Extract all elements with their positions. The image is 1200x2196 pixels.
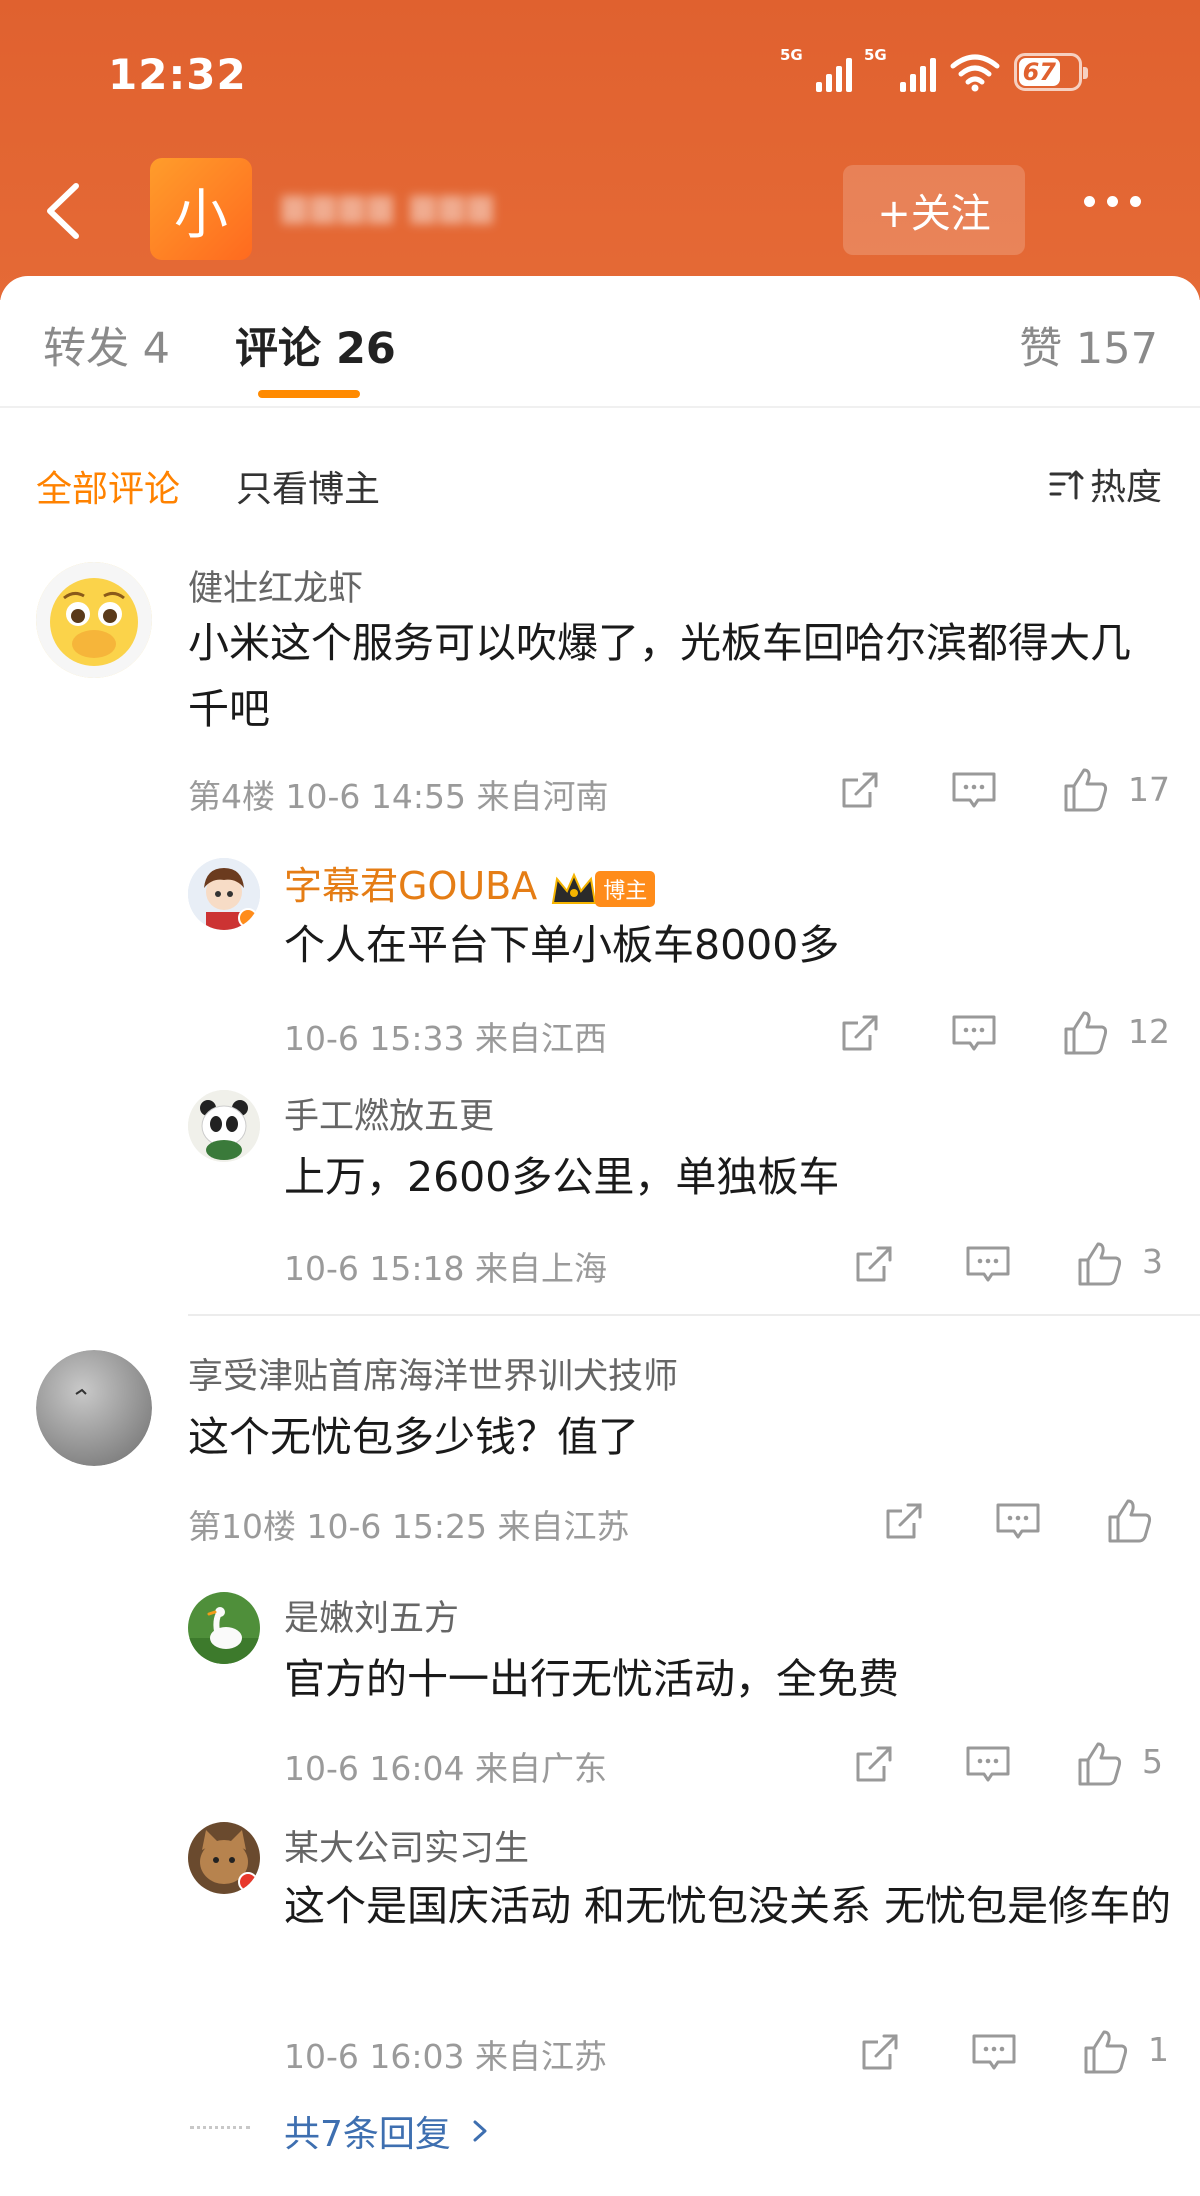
comment-username[interactable]: 享受津贴首席海洋世界训犬技师 [188, 1348, 678, 1399]
comment-meta: 第4楼 10-6 14:55 来自河南 [188, 777, 609, 816]
more-replies-link[interactable]: 共7条回复 [284, 2105, 497, 2157]
comment-text: 这个无忧包多少钱？值了 [188, 1413, 639, 1461]
filter-bar: 全部评论 只看博主 热度 [0, 408, 1200, 548]
cartoon-avatar-icon [188, 858, 260, 930]
reply-text: 官方的十一出行无忧活动，全免费 [284, 1655, 899, 1703]
avatar[interactable] [188, 1592, 260, 1664]
blogger-badge: 博主 [549, 869, 656, 909]
like-count: 3 [1142, 1242, 1163, 1281]
wifi-icon [950, 54, 1000, 92]
comment-icon[interactable] [970, 2028, 1018, 2076]
like-icon[interactable] [1076, 1240, 1124, 1288]
header-bar: 12:32 5G 5G 67 小 ▆▆▆▆ ▆▆▆ +关注 [0, 0, 1200, 300]
reply-meta: 10-6 15:18 来自上海 [284, 1249, 607, 1288]
avatar[interactable] [188, 1822, 260, 1894]
reply-meta: 10-6 15:33 来自江西 [284, 1019, 607, 1058]
battery-icon: 67 [1014, 53, 1088, 91]
like-icon[interactable] [1062, 1009, 1110, 1057]
reply-meta: 10-6 16:04 来自广东 [284, 1749, 607, 1788]
status-icons: 5G 5G 67 [780, 46, 1088, 92]
like-count: 12 [1128, 1012, 1170, 1051]
crown-icon [552, 872, 597, 904]
comment-text: 小米这个服务可以吹爆了，光板车回哈尔滨都得大几千吧 [188, 619, 1131, 733]
signal-icon: 5G [780, 46, 852, 92]
signal-icon: 5G [864, 46, 936, 92]
like-icon[interactable] [1082, 2028, 1130, 2076]
moon-avatar-icon [36, 1350, 152, 1466]
sort-label: 热度 [1089, 467, 1162, 508]
reply-username[interactable]: 字幕君GOUBA 博主 [284, 855, 656, 910]
reply-meta: 10-6 16:03 来自江苏 [284, 2037, 607, 2076]
tab-likes[interactable]: 赞 157 [1019, 314, 1158, 376]
tab-repost[interactable]: 转发 4 [43, 314, 170, 376]
avatar[interactable] [188, 1090, 260, 1162]
emoji-avatar-icon [36, 562, 152, 678]
reply-username[interactable]: 某大公司实习生 [284, 1820, 529, 1871]
reply-text: 个人在平台下单小板车8000多 [284, 921, 840, 969]
share-icon[interactable] [850, 1240, 898, 1288]
comment-username[interactable]: 健壮红龙虾 [188, 560, 363, 611]
like-count: 5 [1142, 1742, 1163, 1781]
comment-icon[interactable] [994, 1497, 1042, 1545]
reply-username[interactable]: 手工燃放五更 [284, 1088, 494, 1139]
cat-avatar-icon [188, 1822, 260, 1894]
avatar[interactable] [36, 562, 152, 678]
share-icon[interactable] [836, 766, 884, 814]
comment-icon[interactable] [950, 766, 998, 814]
divider [188, 1314, 1200, 1316]
comment-icon[interactable] [950, 1009, 998, 1057]
tab-bar: 转发 4 评论 26 赞 157 [0, 276, 1200, 408]
avatar[interactable] [36, 1350, 152, 1466]
profile-name-blurred: ▆▆▆▆ ▆▆▆ [282, 186, 497, 224]
replies-divider [190, 2126, 250, 2129]
share-icon[interactable] [880, 1497, 928, 1545]
profile-avatar[interactable]: 小 [150, 158, 252, 260]
reply-text: 上万，2600多公里，单独板车 [284, 1153, 840, 1201]
share-icon[interactable] [836, 1009, 884, 1057]
filter-owner-only[interactable]: 只看博主 [236, 460, 380, 512]
status-time: 12:32 [108, 50, 247, 99]
reply-username[interactable]: 是嫩刘五方 [284, 1590, 459, 1641]
goose-avatar-icon [188, 1592, 260, 1664]
follow-button[interactable]: +关注 [843, 165, 1025, 255]
like-count: 17 [1128, 770, 1170, 809]
share-icon[interactable] [856, 2028, 904, 2076]
panda-avatar-icon [188, 1090, 260, 1162]
like-icon[interactable] [1062, 766, 1110, 814]
like-icon[interactable] [1076, 1740, 1124, 1788]
sort-icon [1049, 470, 1084, 500]
reply-text: 这个是国庆活动 和无忧包没关系 无忧包是修车的 [284, 1882, 1172, 1930]
sort-button[interactable]: 热度 [1048, 458, 1162, 510]
avatar[interactable] [188, 858, 260, 930]
like-count: 1 [1148, 2030, 1169, 2069]
filter-all-comments[interactable]: 全部评论 [36, 460, 180, 512]
comment-icon[interactable] [964, 1240, 1012, 1288]
share-icon[interactable] [850, 1740, 898, 1788]
comment-icon[interactable] [964, 1740, 1012, 1788]
like-icon[interactable] [1106, 1497, 1154, 1545]
chevron-right-icon [473, 2120, 487, 2142]
back-arrow-icon[interactable] [38, 176, 88, 246]
comment-meta: 第10楼 10-6 15:25 来自江苏 [188, 1507, 630, 1546]
battery-level: 67 [1022, 58, 1056, 86]
tab-active-indicator [258, 390, 360, 398]
more-options-icon[interactable] [1084, 196, 1141, 207]
tab-comment[interactable]: 评论 26 [235, 314, 396, 376]
